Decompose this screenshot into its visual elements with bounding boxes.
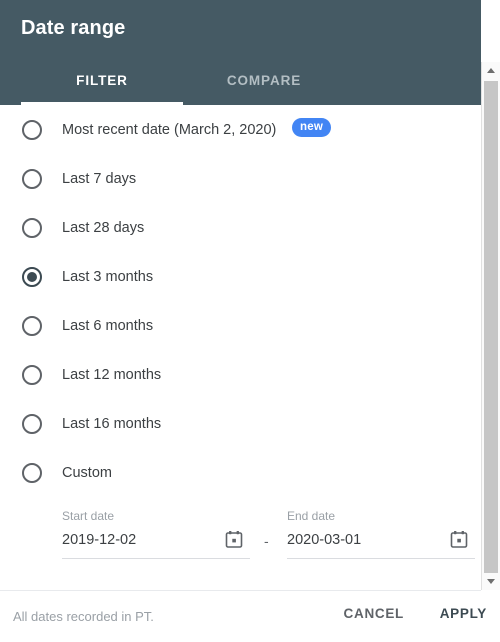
- radio-most-recent-date[interactable]: [22, 119, 42, 140]
- option-label: Custom: [62, 464, 112, 481]
- scroll-up-button[interactable]: [482, 62, 500, 79]
- end-date-field: End date: [287, 501, 475, 561]
- radio-last-3-months[interactable]: [22, 266, 42, 287]
- date-range-separator: -: [264, 533, 269, 549]
- option-label: Last 16 months: [62, 415, 162, 432]
- cancel-button[interactable]: CANCEL: [344, 606, 404, 621]
- date-range-dialog: Date range FILTER COMPARE Most recent da…: [0, 0, 500, 642]
- start-date-input[interactable]: [62, 532, 212, 548]
- triangle-up-icon: [487, 68, 495, 73]
- end-date-calendar-icon[interactable]: [449, 529, 469, 549]
- option-most-recent-date[interactable]: Most recent date (March 2, 2020) new: [0, 105, 481, 154]
- radio-last-6-months[interactable]: [22, 315, 42, 336]
- tab-compare[interactable]: COMPARE: [183, 64, 345, 105]
- tab-bar: FILTER COMPARE: [0, 64, 481, 105]
- start-date-field: Start date: [62, 501, 250, 561]
- radio-last-12-months[interactable]: [22, 364, 42, 385]
- option-last-7-days[interactable]: Last 7 days: [0, 154, 481, 203]
- option-label: Last 7 days: [62, 170, 137, 187]
- triangle-down-icon: [487, 579, 495, 584]
- new-badge: new: [292, 118, 331, 137]
- tab-compare-label: COMPARE: [226, 73, 302, 88]
- option-label: Last 3 months: [62, 268, 154, 285]
- option-label: Last 12 months: [62, 366, 162, 383]
- options-panel: Most recent date (March 2, 2020) new Las…: [0, 105, 481, 590]
- option-label: Most recent date (March 2, 2020): [62, 121, 277, 138]
- start-date-calendar-icon[interactable]: [224, 529, 244, 549]
- radio-last-16-months[interactable]: [22, 413, 42, 434]
- radio-custom[interactable]: [22, 462, 42, 483]
- timezone-note: All dates recorded in PT.: [13, 609, 154, 624]
- apply-button[interactable]: APPLY: [440, 606, 487, 621]
- option-last-28-days[interactable]: Last 28 days: [0, 203, 481, 252]
- option-last-3-months[interactable]: Last 3 months: [0, 252, 481, 301]
- dialog-footer: All dates recorded in PT. CANCEL APPLY: [0, 591, 500, 642]
- end-date-caption: End date: [287, 509, 336, 523]
- option-last-6-months[interactable]: Last 6 months: [0, 301, 481, 350]
- option-label: Last 6 months: [62, 317, 154, 334]
- vertical-scrollbar[interactable]: [481, 62, 500, 590]
- start-date-caption: Start date: [62, 509, 115, 523]
- radio-last-7-days[interactable]: [22, 168, 42, 189]
- scroll-down-button[interactable]: [482, 573, 500, 590]
- dialog-title: Date range: [21, 17, 126, 39]
- option-last-12-months[interactable]: Last 12 months: [0, 350, 481, 399]
- tab-filter[interactable]: FILTER: [21, 64, 183, 105]
- custom-date-range: Start date - End date: [0, 501, 481, 576]
- option-custom[interactable]: Custom: [0, 448, 481, 497]
- option-last-16-months[interactable]: Last 16 months: [0, 399, 481, 448]
- tab-filter-label: FILTER: [76, 73, 128, 88]
- option-label: Last 28 days: [62, 219, 145, 236]
- start-date-underline: [62, 558, 250, 559]
- end-date-underline: [287, 558, 475, 559]
- scrollbar-thumb[interactable]: [484, 81, 498, 573]
- end-date-input[interactable]: [287, 532, 437, 548]
- dialog-header: Date range FILTER COMPARE: [0, 0, 481, 105]
- radio-last-28-days[interactable]: [22, 217, 42, 238]
